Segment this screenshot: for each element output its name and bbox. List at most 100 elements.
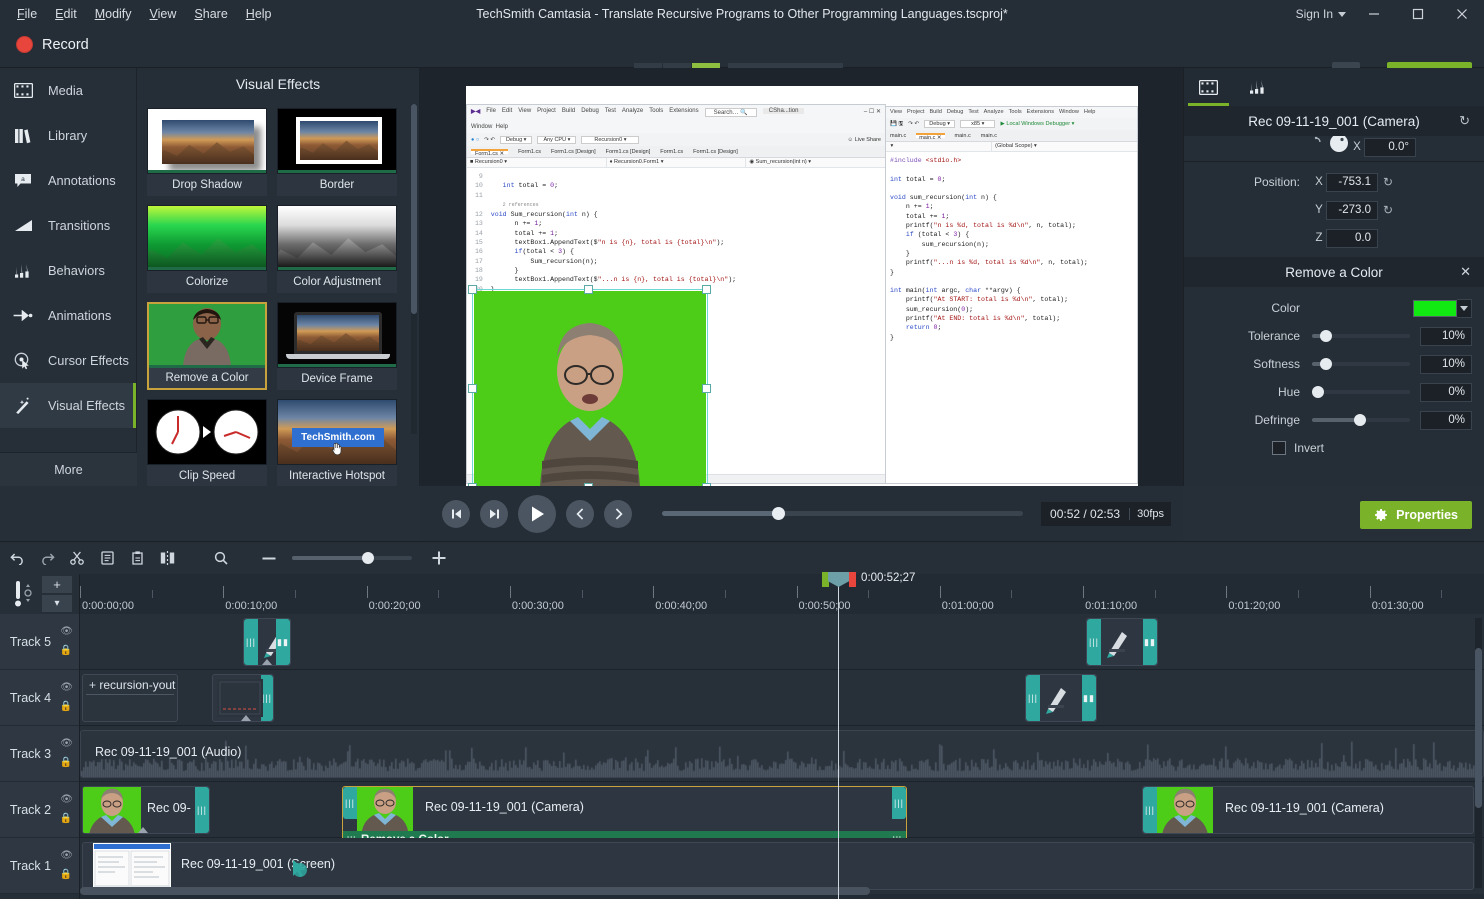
lock-icon[interactable]: 🔒 bbox=[60, 869, 72, 880]
timeline-vscrollbar[interactable] bbox=[1475, 618, 1482, 888]
camera-overlay[interactable] bbox=[474, 291, 706, 486]
record-button[interactable]: Record bbox=[10, 33, 99, 56]
play-button[interactable] bbox=[518, 495, 556, 533]
search-button[interactable] bbox=[208, 546, 234, 570]
effect-remove-a-color[interactable]: Remove a Color bbox=[147, 302, 267, 390]
effect-border[interactable]: Border bbox=[277, 108, 397, 196]
eye-icon[interactable]: 👁 bbox=[60, 626, 73, 637]
add-track-button[interactable]: + bbox=[42, 576, 72, 593]
tolerance-value[interactable]: 10% bbox=[1420, 327, 1472, 346]
track-header-2[interactable]: Track 2 👁 🔒 bbox=[0, 782, 79, 838]
track-header-3[interactable]: Track 3 👁 🔒 bbox=[0, 726, 79, 782]
clip-marker[interactable]: ||| bbox=[212, 674, 274, 722]
clip-grip-right[interactable]: ▮▮ bbox=[276, 619, 290, 665]
tab-audio-effects[interactable] bbox=[1233, 68, 1282, 106]
rotation-x-input[interactable]: 0.0° bbox=[1364, 138, 1416, 157]
previous-frame-button[interactable] bbox=[442, 500, 470, 528]
sign-in-button[interactable]: Sign In bbox=[1290, 7, 1352, 21]
eye-icon[interactable]: 👁 bbox=[60, 738, 73, 749]
playhead-in-marker[interactable] bbox=[822, 572, 829, 587]
minimize-button[interactable] bbox=[1352, 0, 1396, 28]
lane-track-2[interactable]: ||| Rec 09- ||| ||| Rec 09-11-19_001 (Ca… bbox=[80, 782, 1484, 838]
clip-camera-left[interactable]: ||| Rec 09- ||| bbox=[82, 786, 210, 834]
next-clip-button[interactable] bbox=[604, 500, 632, 528]
resize-handle-n[interactable] bbox=[702, 285, 711, 294]
eye-icon[interactable]: 👁 bbox=[60, 850, 73, 861]
clip-marker[interactable]: ||| ▮▮ bbox=[243, 618, 291, 666]
effect-drop-shadow[interactable]: Drop Shadow bbox=[147, 108, 267, 196]
color-dropdown-button[interactable] bbox=[1457, 299, 1472, 318]
playback-scrubber[interactable] bbox=[662, 511, 1023, 516]
undo-button[interactable] bbox=[4, 546, 30, 570]
lock-icon[interactable]: 🔒 bbox=[60, 645, 72, 656]
defringe-value[interactable]: 0% bbox=[1420, 411, 1472, 430]
menu-help[interactable]: Help bbox=[237, 3, 281, 25]
rotation-dial-icon[interactable] bbox=[1328, 136, 1350, 153]
hue-value[interactable]: 0% bbox=[1420, 383, 1472, 402]
resize-handle-nw[interactable] bbox=[584, 285, 593, 294]
redo-button[interactable] bbox=[34, 546, 60, 570]
sidebar-item-animations[interactable]: Animations bbox=[0, 293, 136, 338]
invert-checkbox[interactable] bbox=[1272, 441, 1286, 455]
effect-color-adjustment[interactable]: Color Adjustment bbox=[277, 205, 397, 293]
clip-marker[interactable]: ||| ▮▮ bbox=[1086, 618, 1158, 666]
preview-canvas[interactable]: ▶◀ FileEditViewProjectBuildDebug TestAna… bbox=[466, 86, 1138, 486]
position-x-input[interactable]: -753.1 bbox=[1326, 173, 1378, 192]
sidebar-item-annotations[interactable]: a Annotations bbox=[0, 158, 136, 203]
next-frame-button[interactable] bbox=[480, 500, 508, 528]
resize-handle-w[interactable] bbox=[468, 384, 477, 393]
timeline-zoom-slider[interactable] bbox=[292, 556, 412, 560]
eye-icon[interactable]: 👁 bbox=[60, 794, 73, 805]
effect-device-frame[interactable]: Device Frame bbox=[277, 302, 397, 390]
reset-position-x-icon[interactable]: ↻ bbox=[1378, 175, 1398, 189]
position-z-input[interactable]: 0.0 bbox=[1326, 229, 1378, 248]
sidebar-item-library[interactable]: Library bbox=[0, 113, 136, 158]
sidebar-item-cursor-effects[interactable]: Cursor Effects bbox=[0, 338, 136, 383]
track-header-5[interactable]: Track 5 👁 🔒 bbox=[0, 614, 79, 670]
menu-edit[interactable]: Edit bbox=[46, 3, 86, 25]
sidebar-item-media[interactable]: Media bbox=[0, 68, 136, 113]
sidebar-more-button[interactable]: More bbox=[0, 452, 137, 486]
effect-interactive-hotspot[interactable]: TechSmith.com Interactive Hotspot bbox=[277, 399, 397, 486]
clip-grip-left[interactable]: ||| bbox=[1026, 675, 1040, 721]
color-swatch[interactable] bbox=[1413, 300, 1457, 317]
track-header-1[interactable]: Track 1 👁 🔒 bbox=[0, 838, 79, 894]
clip-grip-right[interactable]: ▮▮ bbox=[1082, 675, 1096, 721]
tab-media-properties[interactable] bbox=[1184, 68, 1233, 106]
lane-track-4[interactable]: + recursion-yout ||| ||| ▮▮ bbox=[80, 670, 1484, 726]
zoom-in-button[interactable] bbox=[426, 546, 452, 570]
lane-track-1[interactable]: Rec 09-11-19_001 (Screen) bbox=[80, 838, 1484, 894]
paste-button[interactable] bbox=[124, 546, 150, 570]
resize-handle-e[interactable] bbox=[702, 384, 711, 393]
hue-slider[interactable] bbox=[1312, 390, 1410, 394]
lane-track-3[interactable]: Rec 09-11-19_001 (Audio) bbox=[80, 726, 1484, 782]
effect-colorize[interactable]: Colorize bbox=[147, 205, 267, 293]
track-header-4[interactable]: Track 4 👁 🔒 bbox=[0, 670, 79, 726]
lock-icon[interactable]: 🔒 bbox=[60, 813, 72, 824]
properties-button[interactable]: Properties bbox=[1360, 501, 1472, 529]
zoom-out-button[interactable] bbox=[256, 546, 282, 570]
menu-modify[interactable]: Modify bbox=[86, 3, 141, 25]
clip-grip-right[interactable]: ||| bbox=[892, 787, 906, 819]
menu-share[interactable]: Share bbox=[185, 3, 236, 25]
reset-position-y-icon[interactable]: ↻ bbox=[1378, 203, 1398, 217]
eye-icon[interactable]: 👁 bbox=[60, 682, 73, 693]
lock-icon[interactable]: 🔒 bbox=[60, 757, 72, 768]
lock-icon[interactable]: 🔒 bbox=[60, 701, 72, 712]
softness-value[interactable]: 10% bbox=[1420, 355, 1472, 374]
clip-grip-left[interactable]: ||| bbox=[343, 787, 357, 819]
defringe-slider[interactable] bbox=[1312, 418, 1410, 422]
clip-grip-right[interactable]: ||| bbox=[195, 787, 209, 833]
clip-audio[interactable]: Rec 09-11-19_001 (Audio) bbox=[80, 730, 1484, 778]
close-icon[interactable]: ✕ bbox=[1460, 264, 1471, 280]
resize-handle-nww[interactable] bbox=[468, 285, 477, 294]
tolerance-slider[interactable] bbox=[1312, 334, 1410, 338]
playhead[interactable]: 0:00:52;27 bbox=[838, 574, 839, 899]
menu-view[interactable]: View bbox=[141, 3, 186, 25]
copy-button[interactable] bbox=[94, 546, 120, 570]
softness-slider[interactable] bbox=[1312, 362, 1410, 366]
timeline-hscrollbar[interactable] bbox=[80, 887, 1484, 895]
previous-clip-button[interactable] bbox=[566, 500, 594, 528]
playhead-out-marker[interactable] bbox=[849, 572, 856, 587]
group-label-recursion[interactable]: + recursion-yout bbox=[82, 674, 178, 722]
